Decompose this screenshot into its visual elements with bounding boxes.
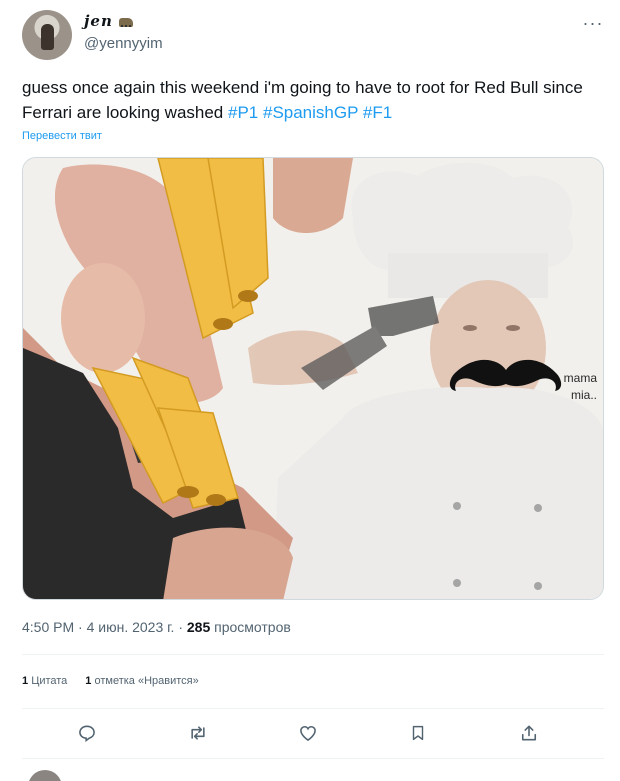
views-label: просмотров <box>214 619 291 635</box>
meme-image-icon <box>23 158 603 599</box>
more-options-icon[interactable]: ··· <box>576 9 610 37</box>
author-name-row: jen <box>84 12 133 30</box>
meme-caption: mama mia.. <box>563 371 597 402</box>
tweet-actions <box>22 718 604 748</box>
reply-icon <box>79 725 96 743</box>
author-avatar[interactable] <box>22 10 72 60</box>
retweet-icon <box>190 726 205 740</box>
divider <box>22 654 604 655</box>
heart-icon <box>300 725 316 742</box>
truck-emoji-icon <box>118 17 133 27</box>
meta-separator-2: · <box>178 619 183 635</box>
author-display-name[interactable]: jen <box>84 12 113 30</box>
divider <box>22 708 604 709</box>
quotes-label: Цитата <box>31 675 68 687</box>
translate-tweet-link[interactable]: Перевести твит <box>22 130 102 142</box>
share-icon <box>521 725 536 741</box>
quotes-stat[interactable]: 1 Цитата <box>22 675 67 687</box>
like-button[interactable] <box>290 718 326 748</box>
tweet-card: jen @yennyyim ··· guess once again this … <box>0 0 620 781</box>
quotes-count: 1 <box>22 675 29 687</box>
tweet-text: guess once again this weekend i'm going … <box>22 75 607 125</box>
retweet-button[interactable] <box>180 718 216 748</box>
tweet-media-image[interactable]: mama mia.. <box>22 157 604 600</box>
bookmark-button[interactable] <box>400 718 436 748</box>
reply-user-avatar[interactable] <box>28 770 62 781</box>
engagement-stats: 1 Цитата 1 отметка «Нравится» <box>22 675 199 687</box>
author-handle[interactable]: @yennyyim <box>84 35 163 52</box>
reply-button[interactable] <box>69 718 105 748</box>
tweet-meta: 4:50 PM · 4 июн. 2023 г. · 285 просмотро… <box>22 619 291 635</box>
likes-stat[interactable]: 1 отметка «Нравится» <box>85 675 198 687</box>
hashtag-p1[interactable]: #P1 <box>228 103 258 122</box>
tweet-time[interactable]: 4:50 PM <box>22 619 74 635</box>
hashtag-f1[interactable]: #F1 <box>363 103 392 122</box>
divider <box>22 758 604 759</box>
likes-label: отметка «Нравится» <box>94 675 199 687</box>
likes-count: 1 <box>85 675 92 687</box>
meta-separator: · <box>78 619 83 635</box>
share-button[interactable] <box>511 718 547 748</box>
tweet-date[interactable]: 4 июн. 2023 г. <box>87 619 175 635</box>
bookmark-icon <box>413 725 424 741</box>
views-count: 285 <box>186 619 211 635</box>
hashtag-spanishgp[interactable]: #SpanishGP <box>263 103 358 122</box>
